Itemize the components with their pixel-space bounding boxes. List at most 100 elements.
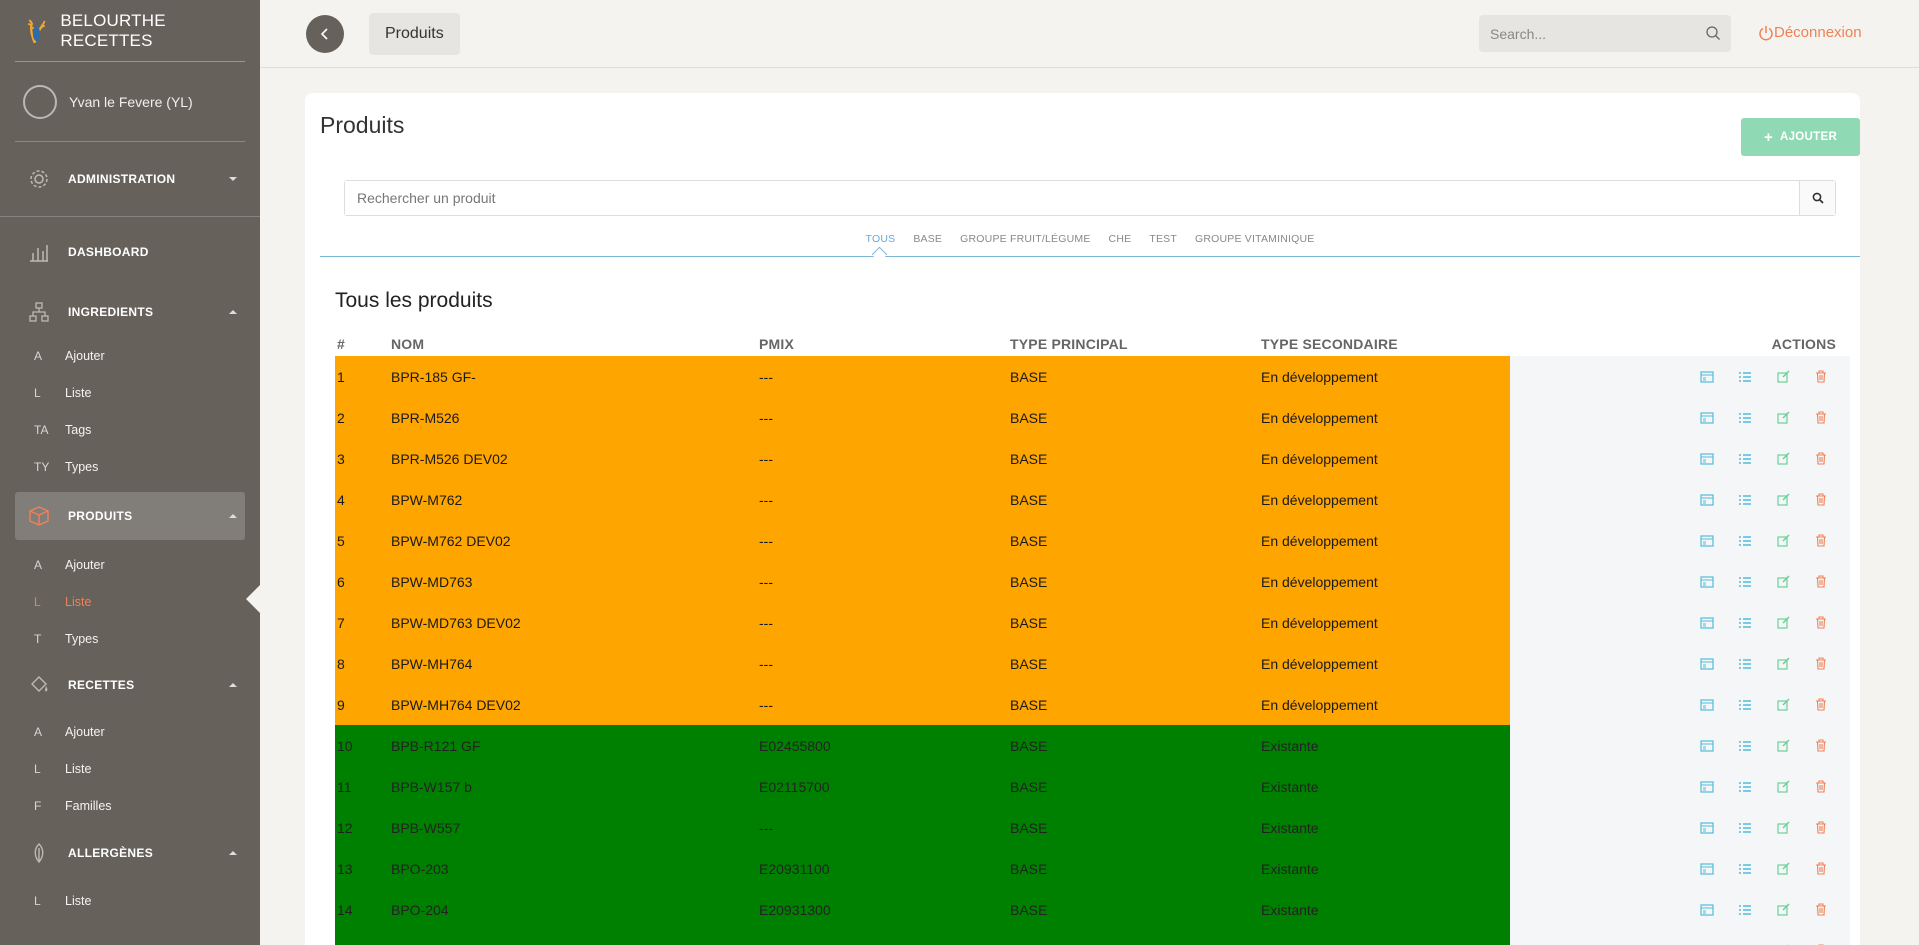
trash-icon[interactable]	[1802, 848, 1840, 889]
edit-icon[interactable]	[1764, 930, 1802, 945]
list-view-icon[interactable]	[1726, 684, 1764, 725]
list-view-icon[interactable]	[1726, 397, 1764, 438]
table-row[interactable]: 2 BPR-M526 --- BASE En développement	[335, 397, 1850, 438]
sidebar-item-allergenes[interactable]: ALLERGÈNES	[15, 824, 245, 882]
trash-icon[interactable]	[1802, 356, 1840, 397]
card-view-icon[interactable]	[1688, 848, 1726, 889]
table-row[interactable]: 13 BPO-203 E20931100 BASE Existante	[335, 848, 1850, 889]
list-view-icon[interactable]	[1726, 889, 1764, 930]
table-row[interactable]: 5 BPW-M762 DEV02 --- BASE En développement	[335, 520, 1850, 561]
trash-icon[interactable]	[1802, 930, 1840, 945]
trash-icon[interactable]	[1802, 479, 1840, 520]
brand[interactable]: BELOURTHE RECETTES	[15, 0, 245, 62]
sidebar-subitem-produits-types[interactable]: T Types	[15, 620, 245, 657]
edit-icon[interactable]	[1764, 397, 1802, 438]
sidebar-subitem-ingredients-types[interactable]: TY Types	[15, 448, 245, 485]
tab-test[interactable]: TEST	[1149, 233, 1177, 245]
trash-icon[interactable]	[1802, 520, 1840, 561]
list-view-icon[interactable]	[1726, 766, 1764, 807]
trash-icon[interactable]	[1802, 602, 1840, 643]
card-view-icon[interactable]	[1688, 643, 1726, 684]
breadcrumb[interactable]: Produits	[369, 13, 460, 55]
table-row[interactable]: 10 BPB-R121 GF E02455800 BASE Existante	[335, 725, 1850, 766]
card-view-icon[interactable]	[1688, 479, 1726, 520]
user-profile[interactable]: Yvan le Fevere (YL)	[15, 62, 245, 142]
card-view-icon[interactable]	[1688, 356, 1726, 397]
table-row[interactable]: 1 BPR-185 GF- --- BASE En développement	[335, 356, 1850, 397]
list-view-icon[interactable]	[1726, 930, 1764, 945]
edit-icon[interactable]	[1764, 684, 1802, 725]
global-search[interactable]	[1479, 15, 1731, 52]
trash-icon[interactable]	[1802, 684, 1840, 725]
sidebar-subitem-produits-ajouter[interactable]: A Ajouter	[15, 546, 245, 583]
tab-groupe-vitaminique[interactable]: GROUPE VITAMINIQUE	[1195, 233, 1315, 245]
table-row[interactable]: 9 BPW-MH764 DEV02 --- BASE En développement	[335, 684, 1850, 725]
tab-groupe-fruit-l-gume[interactable]: GROUPE FRUIT/LÉGUME	[960, 233, 1090, 245]
sidebar-subitem-recettes-liste[interactable]: L Liste	[15, 750, 245, 787]
logout-button[interactable]: Déconnexion	[1758, 24, 1862, 41]
trash-icon[interactable]	[1802, 561, 1840, 602]
card-view-icon[interactable]	[1688, 438, 1726, 479]
card-view-icon[interactable]	[1688, 889, 1726, 930]
card-view-icon[interactable]	[1688, 602, 1726, 643]
trash-icon[interactable]	[1802, 643, 1840, 684]
card-view-icon[interactable]	[1688, 766, 1726, 807]
trash-icon[interactable]	[1802, 766, 1840, 807]
header-nom[interactable]: NOM	[391, 336, 424, 352]
trash-icon[interactable]	[1802, 807, 1840, 848]
edit-icon[interactable]	[1764, 889, 1802, 930]
card-view-icon[interactable]	[1688, 930, 1726, 945]
edit-icon[interactable]	[1764, 561, 1802, 602]
sidebar-item-produits[interactable]: PRODUITS	[15, 492, 245, 540]
card-view-icon[interactable]	[1688, 520, 1726, 561]
list-view-icon[interactable]	[1726, 643, 1764, 684]
trash-icon[interactable]	[1802, 889, 1840, 930]
list-view-icon[interactable]	[1726, 356, 1764, 397]
edit-icon[interactable]	[1764, 479, 1802, 520]
edit-icon[interactable]	[1764, 725, 1802, 766]
table-row[interactable]	[335, 930, 1850, 945]
sidebar-subitem-recettes-ajouter[interactable]: A Ajouter	[15, 713, 245, 750]
edit-icon[interactable]	[1764, 520, 1802, 561]
tab-tous[interactable]: TOUS	[866, 233, 896, 245]
table-row[interactable]: 8 BPW-MH764 --- BASE En développement	[335, 643, 1850, 684]
list-view-icon[interactable]	[1726, 725, 1764, 766]
list-view-icon[interactable]	[1726, 602, 1764, 643]
header-type-secondaire[interactable]: TYPE SECONDAIRE	[1261, 336, 1398, 352]
card-view-icon[interactable]	[1688, 561, 1726, 602]
table-row[interactable]: 11 BPB-W157 b E02115700 BASE Existante	[335, 766, 1850, 807]
table-row[interactable]: 3 BPR-M526 DEV02 --- BASE En développement	[335, 438, 1850, 479]
back-button[interactable]	[306, 15, 344, 53]
add-product-button[interactable]: + AJOUTER	[1741, 118, 1860, 156]
header-pmix[interactable]: PMIX	[759, 336, 794, 352]
sidebar-item-administration[interactable]: ADMINISTRATION	[15, 142, 245, 216]
list-view-icon[interactable]	[1726, 479, 1764, 520]
edit-icon[interactable]	[1764, 766, 1802, 807]
sidebar-subitem-recettes-familles[interactable]: F Familles	[15, 787, 245, 824]
product-search-button[interactable]	[1799, 181, 1835, 215]
list-view-icon[interactable]	[1726, 520, 1764, 561]
table-row[interactable]: 14 BPO-204 E20931300 BASE Existante	[335, 889, 1850, 930]
sidebar-subitem-ingredients-ajouter[interactable]: A Ajouter	[15, 337, 245, 374]
list-view-icon[interactable]	[1726, 561, 1764, 602]
sidebar-subitem-allergenes-liste[interactable]: L Liste	[15, 882, 245, 919]
header-type-principal[interactable]: TYPE PRINCIPAL	[1010, 336, 1128, 352]
tab-che[interactable]: CHE	[1109, 233, 1132, 245]
list-view-icon[interactable]	[1726, 438, 1764, 479]
edit-icon[interactable]	[1764, 848, 1802, 889]
list-view-icon[interactable]	[1726, 807, 1764, 848]
sidebar-item-recettes[interactable]: RECETTES	[15, 657, 245, 713]
edit-icon[interactable]	[1764, 643, 1802, 684]
product-search-input[interactable]	[345, 181, 1799, 215]
edit-icon[interactable]	[1764, 807, 1802, 848]
sidebar-item-ingredients[interactable]: INGREDIENTS	[15, 287, 245, 337]
sidebar-item-dashboard[interactable]: DASHBOARD	[15, 217, 245, 287]
edit-icon[interactable]	[1764, 356, 1802, 397]
trash-icon[interactable]	[1802, 397, 1840, 438]
search-icon[interactable]	[1705, 25, 1721, 41]
card-view-icon[interactable]	[1688, 807, 1726, 848]
sidebar-subitem-produits-liste[interactable]: L Liste	[15, 583, 245, 620]
card-view-icon[interactable]	[1688, 397, 1726, 438]
table-row[interactable]: 7 BPW-MD763 DEV02 --- BASE En développement	[335, 602, 1850, 643]
sidebar-subitem-ingredients-liste[interactable]: L Liste	[15, 374, 245, 411]
